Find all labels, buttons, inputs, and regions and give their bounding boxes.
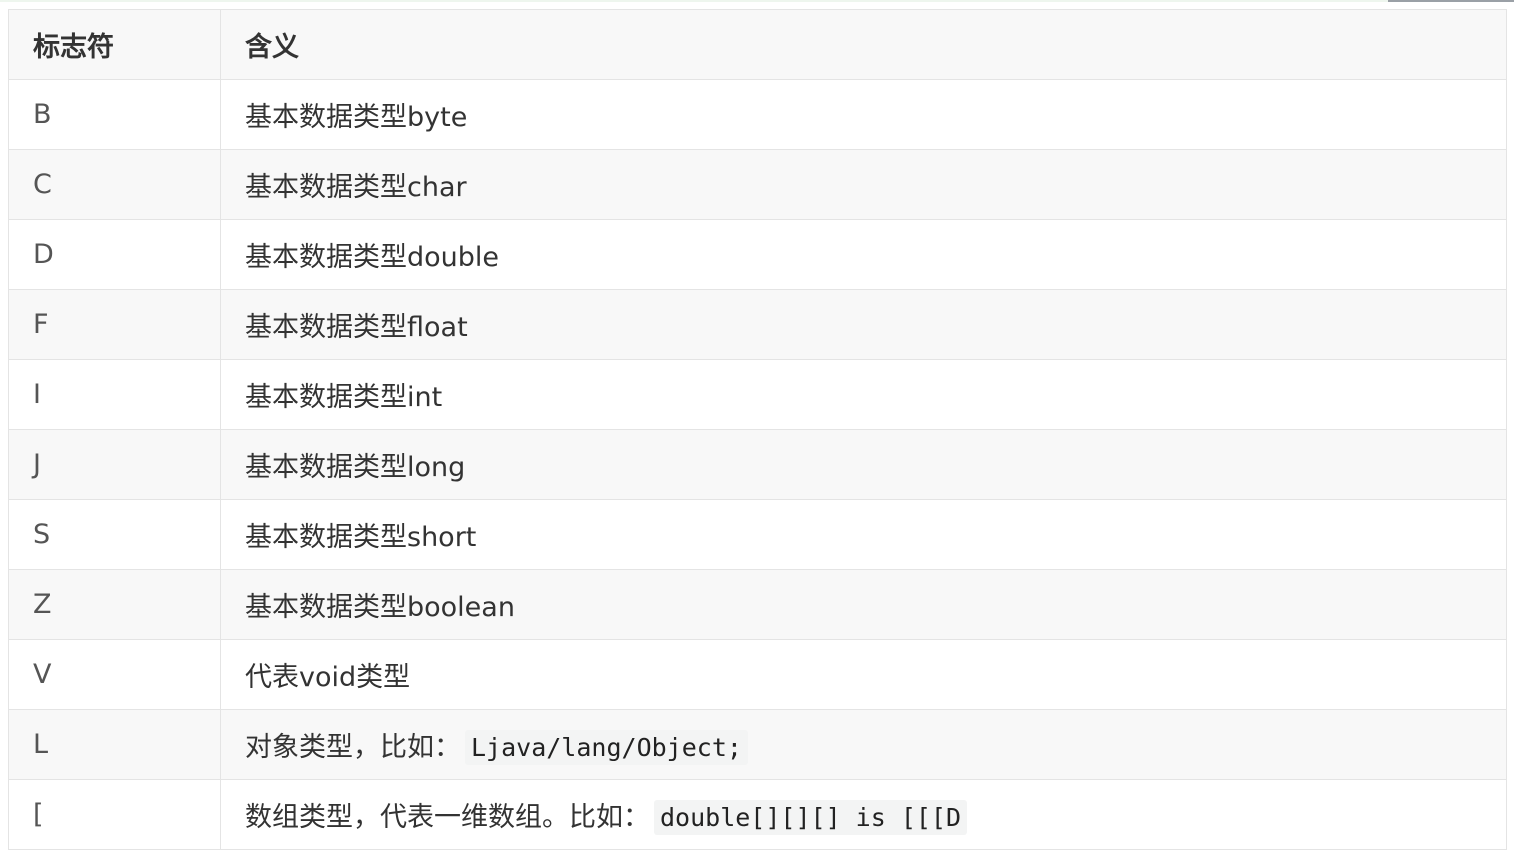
table-row: J 基本数据类型long: [8, 429, 1507, 500]
table-row: V 代表void类型: [8, 639, 1507, 710]
inline-code: Ljava/lang/Object;: [465, 730, 748, 765]
meaning-cell: 对象类型，比如： Ljava/lang/Object;: [220, 709, 1507, 780]
type-signature-table: 标志符 含义 B 基本数据类型byte C 基本数据类型char D 基本数据类…: [8, 9, 1507, 850]
meaning-cell: 基本数据类型short: [220, 499, 1507, 570]
table-header-row: 标志符 含义: [8, 9, 1507, 80]
meaning-text: 数组类型，代表一维数组。比如：: [245, 802, 650, 833]
flag-cell: L: [8, 709, 221, 780]
meaning-cell: 基本数据类型float: [220, 289, 1507, 360]
meaning-cell: 基本数据类型double: [220, 219, 1507, 290]
header-flag: 标志符: [8, 9, 221, 80]
table-row: Z 基本数据类型boolean: [8, 569, 1507, 640]
table-row: C 基本数据类型char: [8, 149, 1507, 220]
flag-cell: I: [8, 359, 221, 430]
table-row: D 基本数据类型double: [8, 219, 1507, 290]
flag-cell: J: [8, 429, 221, 500]
meaning-text: 基本数据类型int: [245, 382, 443, 413]
meaning-text: 基本数据类型long: [245, 452, 466, 483]
table-row: L 对象类型，比如： Ljava/lang/Object;: [8, 709, 1507, 780]
top-divider: [0, 0, 1514, 2]
flag-cell: Z: [8, 569, 221, 640]
meaning-cell: 基本数据类型int: [220, 359, 1507, 430]
table-row: B 基本数据类型byte: [8, 79, 1507, 150]
meaning-cell: 基本数据类型long: [220, 429, 1507, 500]
table-row: S 基本数据类型short: [8, 499, 1507, 570]
meaning-text: 基本数据类型float: [245, 312, 468, 343]
flag-cell: F: [8, 289, 221, 360]
table-row: F 基本数据类型float: [8, 289, 1507, 360]
flag-cell: S: [8, 499, 221, 570]
meaning-text: 代表void类型: [245, 662, 411, 693]
meaning-cell: 基本数据类型boolean: [220, 569, 1507, 640]
flag-cell: B: [8, 79, 221, 150]
meaning-text: 基本数据类型short: [245, 522, 477, 553]
flag-cell: D: [8, 219, 221, 290]
meaning-text: 基本数据类型double: [245, 242, 500, 273]
meaning-text: 基本数据类型char: [245, 172, 467, 203]
meaning-text: 基本数据类型boolean: [245, 592, 515, 623]
meaning-cell: 基本数据类型byte: [220, 79, 1507, 150]
meaning-cell: 基本数据类型char: [220, 149, 1507, 220]
header-meaning: 含义: [220, 9, 1507, 80]
meaning-cell: 数组类型，代表一维数组。比如： double[][][] is [[[D: [220, 779, 1507, 850]
flag-cell: V: [8, 639, 221, 710]
inline-code: double[][][] is [[[D: [654, 800, 968, 835]
meaning-text: 基本数据类型byte: [245, 102, 468, 133]
table-row: [ 数组类型，代表一维数组。比如： double[][][] is [[[D: [8, 779, 1507, 850]
table-row: I 基本数据类型int: [8, 359, 1507, 430]
top-accent-bar: [1388, 0, 1514, 2]
flag-cell: [: [8, 779, 221, 850]
meaning-text: 对象类型，比如：: [245, 732, 461, 763]
flag-cell: C: [8, 149, 221, 220]
meaning-cell: 代表void类型: [220, 639, 1507, 710]
